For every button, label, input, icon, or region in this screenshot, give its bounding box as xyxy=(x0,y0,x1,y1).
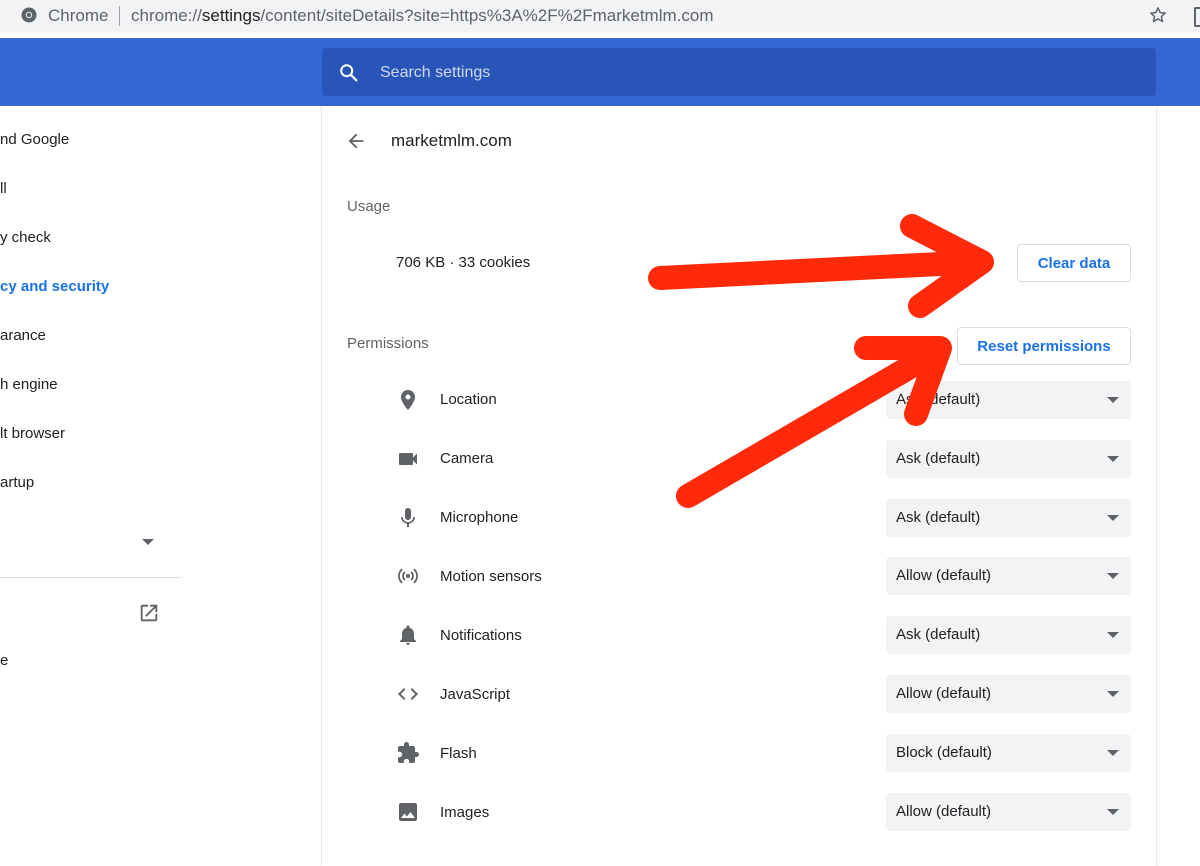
select-value: Ask (default) xyxy=(896,509,981,526)
dropdown-caret-icon xyxy=(1107,809,1119,815)
flash-select[interactable]: Block (default) xyxy=(886,734,1131,772)
back-arrow-icon[interactable] xyxy=(345,130,367,152)
code-icon xyxy=(398,688,418,700)
dropdown-caret-icon xyxy=(1107,750,1119,756)
microphone-icon xyxy=(401,508,415,527)
sidebar-item-search-engine[interactable]: h engine xyxy=(0,376,58,393)
dropdown-caret-icon xyxy=(1107,691,1119,697)
browser-name: Chrome xyxy=(48,6,109,25)
sidebar-item-about[interactable]: e xyxy=(0,652,8,669)
permission-label: Flash xyxy=(440,745,477,762)
microphone-select[interactable]: Ask (default) xyxy=(886,499,1131,537)
sidebar-item-you-and-google[interactable]: nd Google xyxy=(0,131,69,148)
permission-label: Camera xyxy=(440,450,494,467)
url-host: settings xyxy=(201,6,261,25)
sidebar-item-default-browser[interactable]: lt browser xyxy=(0,425,65,442)
puzzle-icon xyxy=(398,742,419,763)
address-bar: Chrome chrome://settings/content/siteDet… xyxy=(0,0,1200,32)
motion-sensors-icon xyxy=(398,568,418,584)
select-value: Ask (default) xyxy=(896,450,981,467)
open-in-new-icon[interactable] xyxy=(138,602,160,624)
select-value: Allow (default) xyxy=(896,685,992,702)
url-path: /content/siteDetails?site=https%3A%2F%2F… xyxy=(260,6,714,25)
dropdown-caret-icon xyxy=(1107,397,1119,403)
clear-data-button[interactable]: Clear data xyxy=(1017,244,1131,282)
images-select[interactable]: Allow (default) xyxy=(886,793,1131,831)
sidebar-item-appearance[interactable]: arance xyxy=(0,327,46,344)
select-value: Allow (default) xyxy=(896,567,992,584)
camera-select[interactable]: Ask (default) xyxy=(886,440,1131,478)
select-value: Ask (default) xyxy=(896,391,981,408)
camera-icon xyxy=(399,453,417,465)
sidebar-item-autofill[interactable]: ll xyxy=(0,180,7,197)
chrome-logo-icon xyxy=(21,7,37,23)
location-pin-icon xyxy=(401,390,415,410)
permission-label: Motion sensors xyxy=(440,568,542,585)
page-title: marketmlm.com xyxy=(391,131,512,150)
reset-permissions-button[interactable]: Reset permissions xyxy=(957,327,1131,365)
address-separator xyxy=(119,6,120,26)
url-text[interactable]: chrome://settings/content/siteDetails?si… xyxy=(131,6,714,26)
dropdown-caret-icon xyxy=(1107,573,1119,579)
usage-summary: 706 KB · 33 cookies xyxy=(396,254,531,271)
notifications-select[interactable]: Ask (default) xyxy=(886,616,1131,654)
dropdown-caret-icon xyxy=(1107,515,1119,521)
permission-label: JavaScript xyxy=(440,686,511,703)
bookmark-star-icon[interactable] xyxy=(1148,5,1168,25)
select-value: Block (default) xyxy=(896,744,992,761)
search-icon xyxy=(340,64,358,82)
select-value: Allow (default) xyxy=(896,803,992,820)
bell-icon xyxy=(400,625,416,645)
sidebar-divider xyxy=(0,577,181,578)
search-input[interactable] xyxy=(378,58,1082,88)
sidebar-item-privacy-and-security[interactable]: cy and security xyxy=(0,278,109,295)
location-select[interactable]: Ask (default) xyxy=(886,381,1131,419)
image-icon xyxy=(399,803,417,821)
permission-label: Microphone xyxy=(440,509,519,526)
permission-label: Images xyxy=(440,804,490,821)
usage-section-label: Usage xyxy=(347,198,391,215)
permissions-section-label: Permissions xyxy=(347,335,429,352)
permission-label: Notifications xyxy=(440,627,522,644)
permission-label: Location xyxy=(440,391,497,408)
extension-icon[interactable] xyxy=(1194,7,1200,27)
sidebar-item-on-startup[interactable]: artup xyxy=(0,474,34,491)
advanced-chevron-down-icon[interactable] xyxy=(142,539,154,545)
javascript-select[interactable]: Allow (default) xyxy=(886,675,1131,713)
dropdown-caret-icon xyxy=(1107,456,1119,462)
sidebar-item-safety-check[interactable]: y check xyxy=(0,229,51,246)
motion-sensors-select[interactable]: Allow (default) xyxy=(886,557,1131,595)
url-prefix: chrome:// xyxy=(131,6,202,25)
select-value: Ask (default) xyxy=(896,626,981,643)
dropdown-caret-icon xyxy=(1107,632,1119,638)
